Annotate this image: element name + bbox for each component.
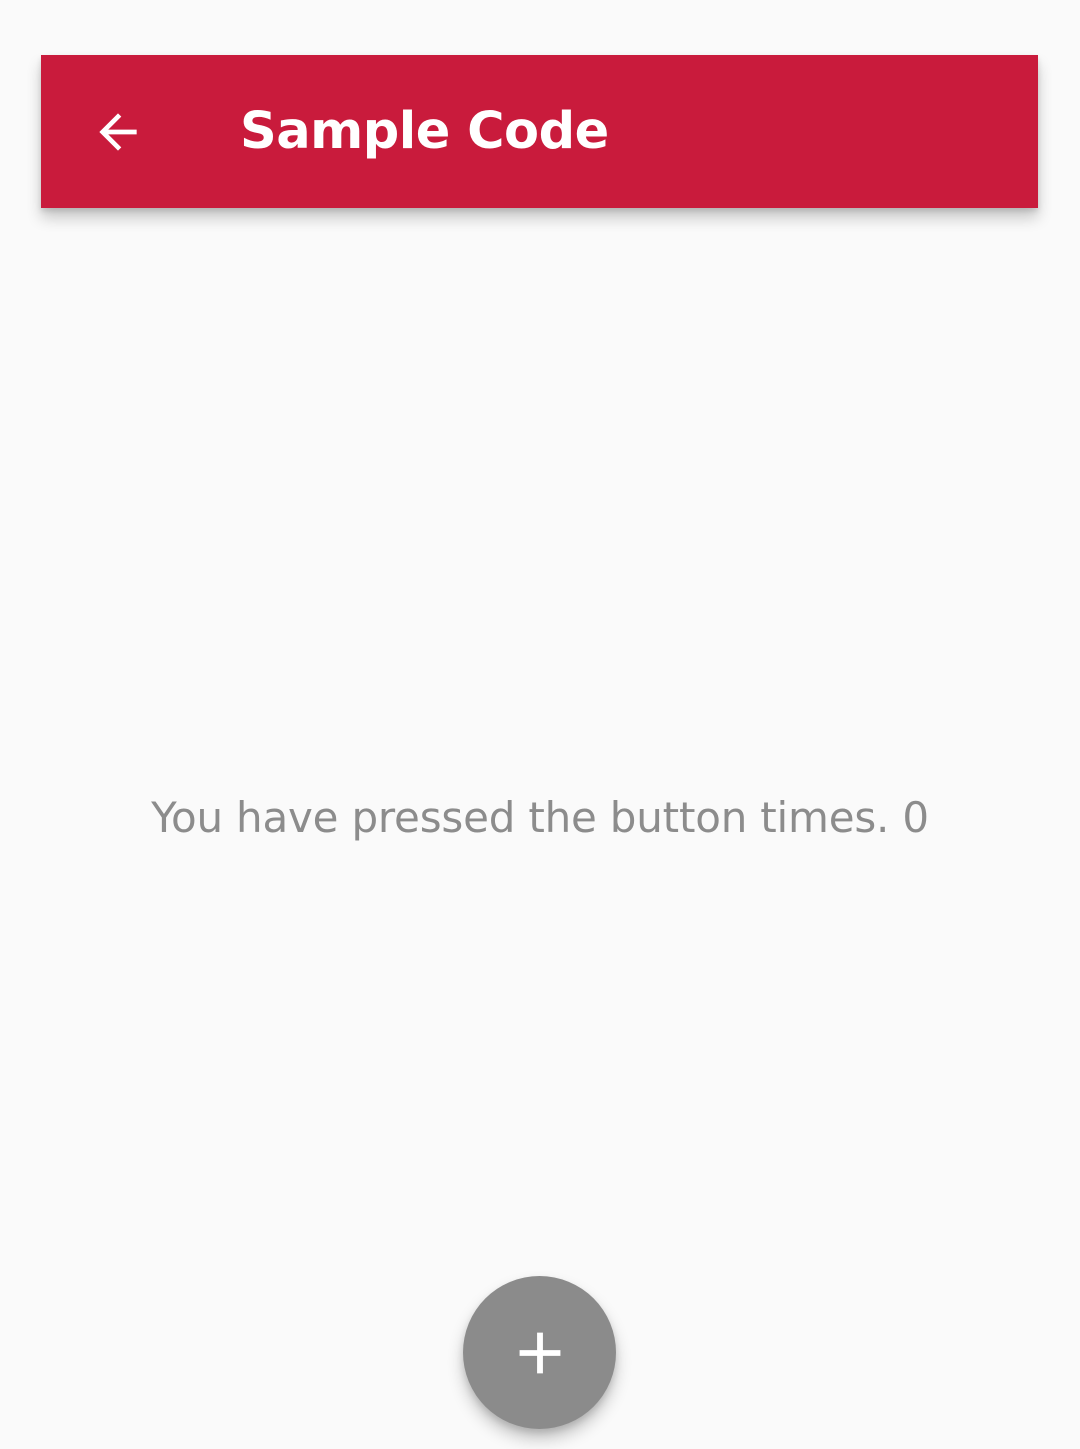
back-button[interactable] <box>82 96 154 168</box>
increment-fab-button[interactable] <box>463 1276 616 1429</box>
plus-icon <box>519 1332 560 1373</box>
app-screen: Sample Code You have pressed the button … <box>0 0 1080 1449</box>
app-title: Sample Code <box>240 102 609 161</box>
arrow-back-icon <box>99 113 137 151</box>
app-bar: Sample Code <box>41 55 1038 208</box>
counter-message: You have pressed the button times. 0 <box>151 793 929 842</box>
